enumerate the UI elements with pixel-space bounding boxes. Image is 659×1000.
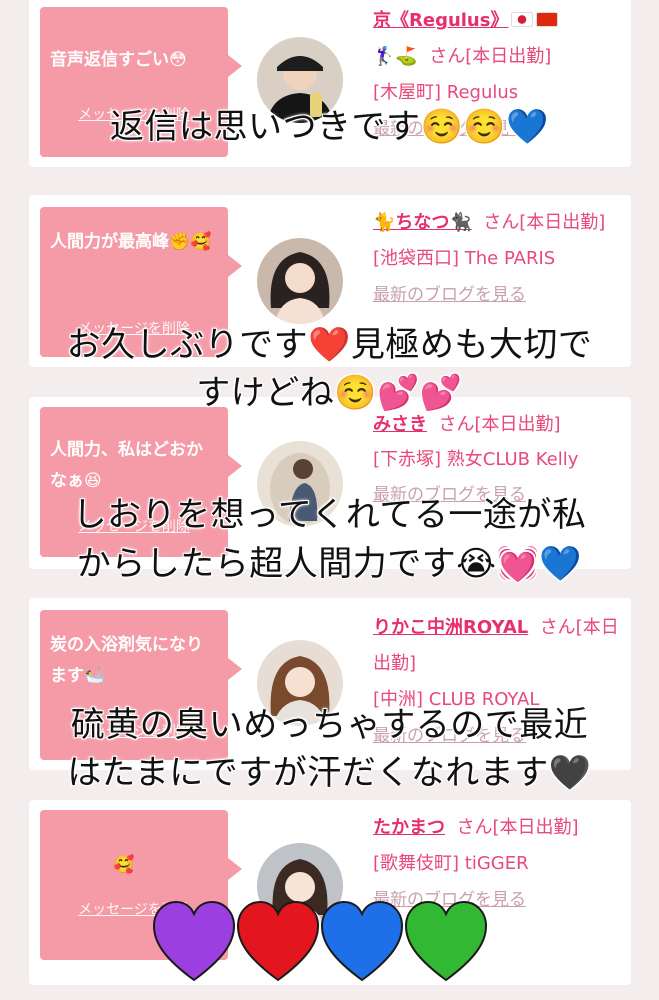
caption-1: 返信は思いつきです☺️☺️💙 — [109, 107, 549, 147]
caption-2b: すけどね☺️💕💕 — [196, 373, 463, 413]
girl-info: 🐈ちなつ🐈‍⬛ さん[本日出勤] [池袋西口] The PARIS 最新のブログ… — [373, 205, 619, 313]
red-heart-icon — [236, 900, 320, 982]
status-text: さん[本日出勤] — [456, 817, 579, 838]
girl-name-link[interactable]: 京《Regulus》 — [373, 10, 559, 31]
message-text: 音声返信すごい😳 — [50, 50, 187, 70]
avatar[interactable] — [257, 238, 343, 324]
green-heart-icon — [404, 900, 488, 982]
purple-heart-icon — [152, 900, 236, 982]
caption-3a: しおりを想ってくれてる一途が私 — [72, 495, 587, 535]
hearts-row — [152, 896, 492, 986]
china-flag-icon — [536, 12, 559, 27]
girl-name-link[interactable]: 🐈ちなつ🐈‍⬛ — [373, 212, 472, 233]
girl-name-link[interactable]: りかこ中洲ROYAL — [373, 617, 528, 638]
status-text: さん[本日出勤] — [438, 414, 561, 435]
message-text: 人間力が最高峰✊🥰 — [50, 232, 212, 252]
shop-label: [歌舞伎町] tiGGER — [373, 853, 529, 874]
status-text: さん[本日出勤] — [429, 46, 552, 67]
blue-heart-icon — [320, 900, 404, 982]
golf-emoji: 🏌️‍♀️⛳️ — [373, 46, 418, 67]
caption-4a: 硫黄の臭いめっちゃするので最近 — [70, 705, 589, 745]
caption-4b: はたまにですが汗だくなれます🖤 — [67, 753, 592, 793]
girl-name-link[interactable]: たかまつ — [373, 817, 445, 838]
caption-3b: からしたら超人間力です😭💓💙 — [76, 544, 583, 584]
shop-label: [池袋西口] The PARIS — [373, 248, 556, 269]
japan-flag-icon — [511, 12, 534, 27]
message-text: 🥰 — [113, 855, 135, 875]
girl-name-link[interactable]: みさき — [373, 414, 427, 435]
caption-2a: お久しぶりです❤️見極めも大切で — [66, 325, 593, 365]
shop-label: [下赤塚] 熟女CLUB Kelly — [373, 449, 579, 470]
status-text: さん[本日出勤] — [483, 212, 606, 233]
message-text: 人間力、私はどおかなぁ😆 — [50, 440, 203, 491]
blog-link[interactable]: 最新のブログを見る — [373, 277, 619, 313]
message-text: 炭の入浴剤気になります🛀 — [50, 635, 203, 686]
